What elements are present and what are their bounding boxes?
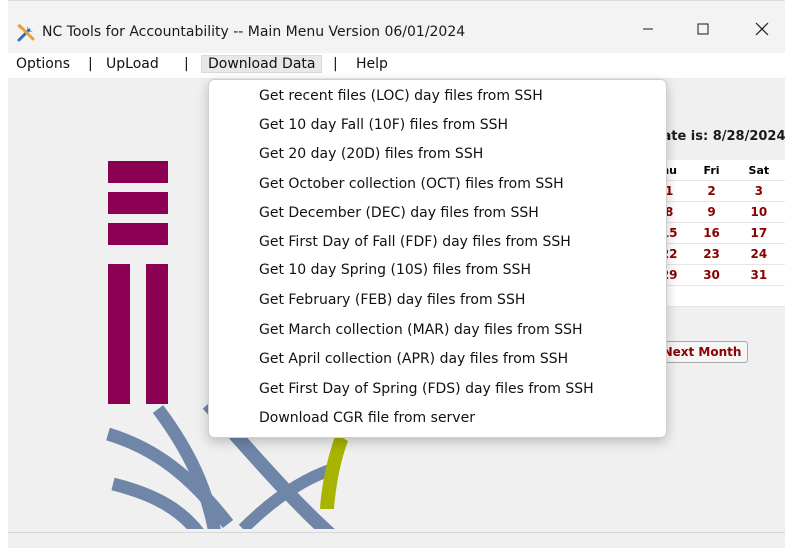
close-icon (755, 22, 769, 36)
calendar-day[interactable]: 17 (732, 222, 785, 244)
menu-item-get-apr[interactable]: Get April collection (APR) day files fro… (259, 351, 568, 367)
calendar-week-row: 29 30 31 (648, 264, 785, 286)
menu-item-get-mar[interactable]: Get March collection (MAR) day files fro… (259, 322, 583, 338)
menu-item-get-10s[interactable]: Get 10 day Spring (10S) files from SSH (259, 262, 531, 278)
menu-item-get-fds[interactable]: Get First Day of Spring (FDS) day files … (259, 381, 594, 397)
menu-separator: | (184, 56, 189, 72)
title-bar: NC Tools for Accountability -- Main Menu… (8, 0, 785, 53)
menu-item-download-cgr[interactable]: Download CGR file from server (259, 410, 475, 426)
status-divider (8, 532, 785, 533)
menu-upload[interactable]: UpLoad (104, 56, 161, 72)
menu-item-get-fdf[interactable]: Get First Day of Fall (FDF) day files fr… (259, 234, 571, 250)
calendar-day (732, 285, 785, 307)
menu-help[interactable]: Help (354, 56, 390, 72)
window-title: NC Tools for Accountability -- Main Menu… (42, 24, 466, 40)
menu-options[interactable]: Options (14, 56, 72, 72)
maximize-button[interactable] (680, 11, 726, 47)
menu-item-get-loc[interactable]: Get recent files (LOC) day files from SS… (259, 88, 543, 104)
menu-item-get-10f[interactable]: Get 10 day Fall (10F) files from SSH (259, 117, 508, 133)
menu-item-get-dec[interactable]: Get December (DEC) day files from SSH (259, 205, 539, 221)
calendar-day[interactable]: 10 (732, 201, 785, 223)
menu-download-data[interactable]: Download Data (200, 55, 323, 73)
download-data-menu: Get recent files (LOC) day files from SS… (208, 79, 667, 438)
minimize-icon (643, 28, 653, 30)
calendar-header-row: hu Fri Sat (648, 160, 785, 181)
menu-separator: | (88, 56, 93, 72)
calendar-day[interactable]: 24 (732, 243, 785, 265)
minimize-button[interactable] (625, 11, 671, 47)
tools-icon (17, 23, 35, 42)
calendar-grid: hu Fri Sat 1 2 3 8 9 10 15 16 17 22 23 2… (648, 160, 785, 307)
maximize-icon (697, 23, 709, 35)
calendar-day[interactable]: 2 (690, 180, 733, 202)
calendar-week-row: 8 9 10 (648, 201, 785, 223)
current-date-label: late is: 8/28/2024 (658, 129, 785, 144)
main-window: NC Tools for Accountability -- Main Menu… (8, 0, 785, 548)
calendar-week-row: 1 2 3 (648, 180, 785, 202)
calendar-day[interactable]: 3 (732, 180, 785, 202)
calendar-day[interactable]: 31 (732, 264, 785, 286)
menu-item-get-feb[interactable]: Get February (FEB) day files from SSH (259, 292, 525, 308)
calendar-day[interactable]: 9 (690, 201, 733, 223)
menu-separator: | (333, 56, 338, 72)
calendar-day[interactable]: 16 (690, 222, 733, 244)
calendar-day (690, 285, 733, 307)
menu-item-get-oct[interactable]: Get October collection (OCT) files from … (259, 176, 564, 192)
menu-bar: Options | UpLoad | Download Data | Help (8, 53, 785, 79)
calendar-day[interactable]: 23 (690, 243, 733, 265)
close-button[interactable] (739, 11, 785, 47)
calendar-header-sat: Sat (732, 160, 785, 181)
menu-item-get-20d[interactable]: Get 20 day (20D) files from SSH (259, 146, 483, 162)
next-month-button[interactable]: Next Month (656, 341, 748, 363)
calendar-week-row: 15 16 17 (648, 222, 785, 244)
calendar-week-row: 22 23 24 (648, 243, 785, 265)
calendar-day[interactable]: 30 (690, 264, 733, 286)
calendar-week-row (648, 285, 785, 307)
calendar-header-fri: Fri (690, 160, 733, 181)
